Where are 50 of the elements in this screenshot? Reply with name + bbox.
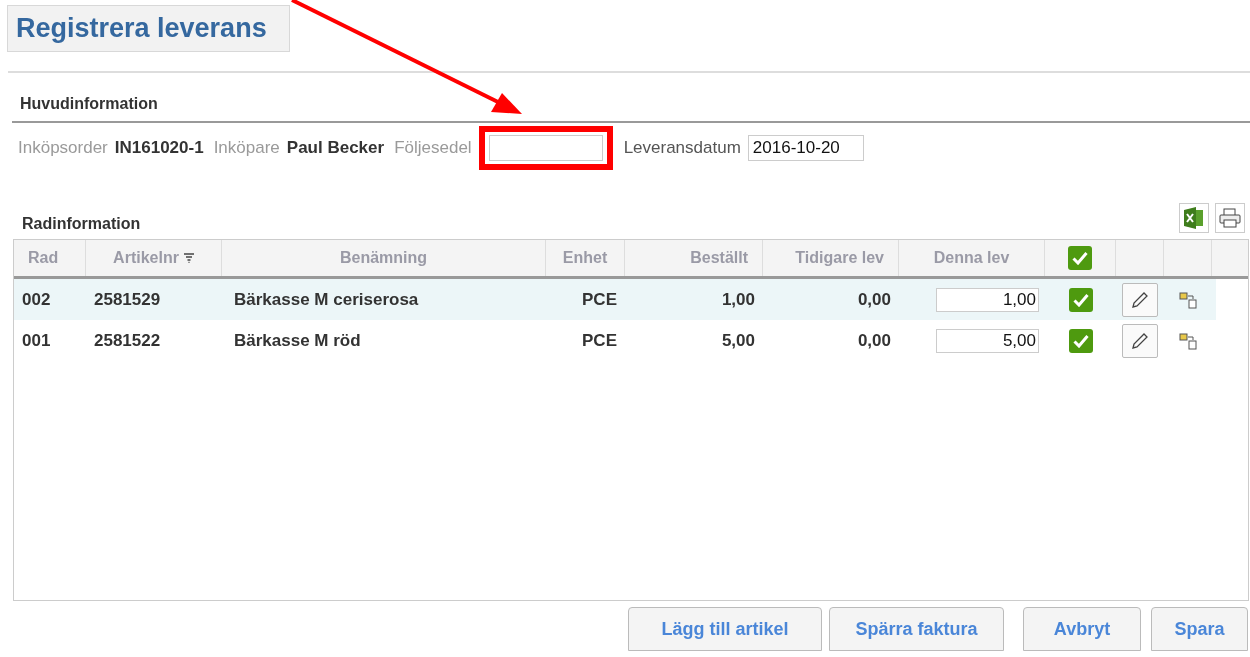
table-row[interactable]: 002 2581529 Bärkasse M ceriserosa PCE 1,00 0,00 1,00 [14,279,1216,320]
field-label: Inköpare [213,137,280,158]
column-header[interactable]: Denna lev [899,240,1045,276]
column-header[interactable]: Rad [14,240,86,276]
section-title: Huvudinformation [20,95,159,113]
checkbox[interactable] [1068,246,1092,270]
spreadsheet-icon[interactable] [1179,203,1209,233]
action-button[interactable]: Spärra faktura [829,607,1004,651]
table-cell-text: PCE [581,288,618,311]
column-header[interactable]: Benämning [222,240,546,276]
field-label: Leveransdatum [623,137,741,158]
section-title: Radinformation [22,215,141,233]
table-cell-text: 002 [21,288,52,311]
input-field[interactable] [488,134,603,161]
checkmark-icon [1072,251,1088,265]
table-cell-text: 2581522 [93,329,162,352]
field-value: IN161020-1 [114,137,204,158]
table-cell-text: 2581529 [93,288,162,311]
checkbox[interactable] [1068,287,1093,312]
input-field[interactable]: 2016-10-20 [747,134,864,161]
checkmark-icon [1072,292,1089,307]
checkmark-icon [1072,333,1089,348]
table-cell-text: 5,00 [720,329,756,352]
table-cell-text: PCE [581,329,618,352]
table-cell-text: 0,00 [856,288,892,311]
column-header[interactable]: Tidigare lev [763,240,899,276]
edit-button[interactable] [1122,323,1158,358]
column-header[interactable]: Artikelnr [86,240,222,276]
checkbox[interactable] [1068,328,1093,353]
table-cell-text: Bärkasse M ceriserosa [233,288,420,311]
quantity-field[interactable]: 1,00 [936,287,1039,312]
column-header[interactable]: Enhet [546,240,625,276]
field-label: Följesedel [394,137,472,158]
edit-button[interactable] [1122,282,1158,317]
printer-icon[interactable] [1215,203,1245,233]
swap-icon[interactable] [1178,289,1198,310]
field-value: Paul Becker [286,137,385,158]
table-cell-text: 001 [21,329,52,352]
column-header[interactable]: Beställt [625,240,763,276]
page-title: Registrera leverans [16,13,267,44]
action-button[interactable]: Lägg till artikel [628,607,822,651]
table-cell-text: 0,00 [856,329,892,352]
table-cell-text: Bärkasse M röd [233,329,362,352]
filter-icon[interactable] [183,253,194,263]
swap-icon[interactable] [1178,330,1198,351]
field-label: Inköpsorder [18,137,108,158]
action-button[interactable]: Spara [1151,607,1248,651]
quantity-field[interactable]: 5,00 [936,328,1039,353]
table-cell-text: 1,00 [720,288,756,311]
action-button[interactable]: Avbryt [1023,607,1141,651]
